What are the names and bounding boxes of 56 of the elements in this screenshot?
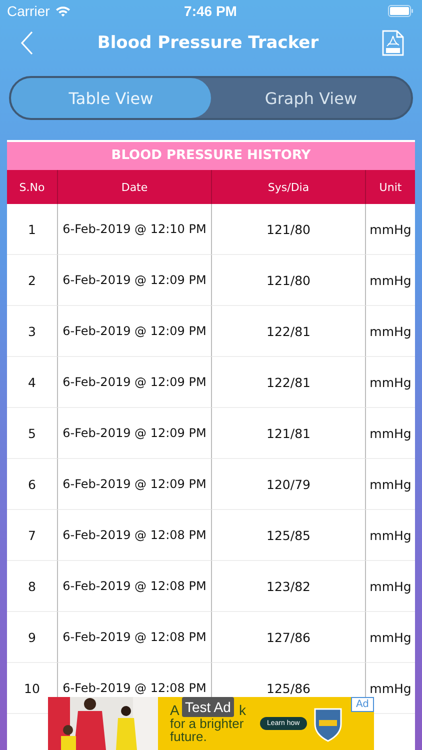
table-cell: mmHg (365, 510, 415, 561)
table-cell: mmHg (365, 306, 415, 357)
table-cell: 121/81 (211, 408, 365, 459)
table-cell: 6-Feb-2019 @ 12:09 PM (57, 255, 211, 306)
table-cell: 9 (7, 612, 57, 663)
table-cell: 121/80 (211, 255, 365, 306)
table-cell: 123/82 (211, 561, 365, 612)
table-cell: mmHg (365, 255, 415, 306)
table-cell: 6-Feb-2019 @ 12:10 PM (57, 204, 211, 255)
view-tab[interactable]: Table View (11, 78, 211, 118)
table-cell: 6-Feb-2019 @ 12:08 PM (57, 510, 211, 561)
table-cell: mmHg (365, 357, 415, 408)
table-cell: 6 (7, 459, 57, 510)
ad-headline: k (239, 704, 246, 717)
wifi-icon (54, 5, 71, 17)
table-cell: 8 (7, 561, 57, 612)
back-button[interactable] (20, 31, 34, 55)
pdf-file-icon[interactable] (382, 30, 404, 56)
table-cell: 122/81 (211, 357, 365, 408)
table-cell: 6-Feb-2019 @ 12:08 PM (57, 612, 211, 663)
table-cell: 6-Feb-2019 @ 12:09 PM (57, 306, 211, 357)
table-cell: 6-Feb-2019 @ 12:09 PM (57, 459, 211, 510)
table-cell: 122/81 (211, 306, 365, 357)
table-cell: 4 (7, 357, 57, 408)
status-time: 7:46 PM (184, 3, 237, 19)
table-cell: mmHg (365, 408, 415, 459)
table-cell: 6-Feb-2019 @ 12:08 PM (57, 561, 211, 612)
shield-logo-icon (312, 706, 343, 742)
table-cell: 7 (7, 510, 57, 561)
table-cell: 6-Feb-2019 @ 12:09 PM (57, 408, 211, 459)
ad-text: for a brighter future. (170, 717, 245, 743)
table-cell: 2 (7, 255, 57, 306)
column-header: S.No (7, 170, 57, 204)
table-cell: 6-Feb-2019 @ 12:09 PM (57, 357, 211, 408)
table-cell: 5 (7, 408, 57, 459)
table-cell: mmHg (365, 204, 415, 255)
table-cell: mmHg (365, 612, 415, 663)
ad-badge[interactable]: Ad (350, 697, 374, 712)
ad-label: Test Ad (182, 697, 234, 717)
table-title: BLOOD PRESSURE HISTORY (7, 142, 415, 170)
column-header: Unit (365, 170, 415, 204)
view-tab[interactable]: Graph View (211, 78, 411, 118)
battery-icon (388, 5, 414, 17)
carrier-name: Carrier (7, 3, 50, 19)
table-cell: 1 (7, 204, 57, 255)
column-header: Date (57, 170, 211, 204)
table-cell: 3 (7, 306, 57, 357)
ad-headline: A (170, 704, 180, 717)
table-cell: 127/86 (211, 612, 365, 663)
table-cell: mmHg (365, 459, 415, 510)
screen-title: Blood Pressure Tracker (97, 33, 319, 53)
table-cell: 125/85 (211, 510, 365, 561)
table-cell: mmHg (365, 561, 415, 612)
table-cell: 121/80 (211, 204, 365, 255)
table-cell: 120/79 (211, 459, 365, 510)
column-header: Sys/Dia (211, 170, 365, 204)
